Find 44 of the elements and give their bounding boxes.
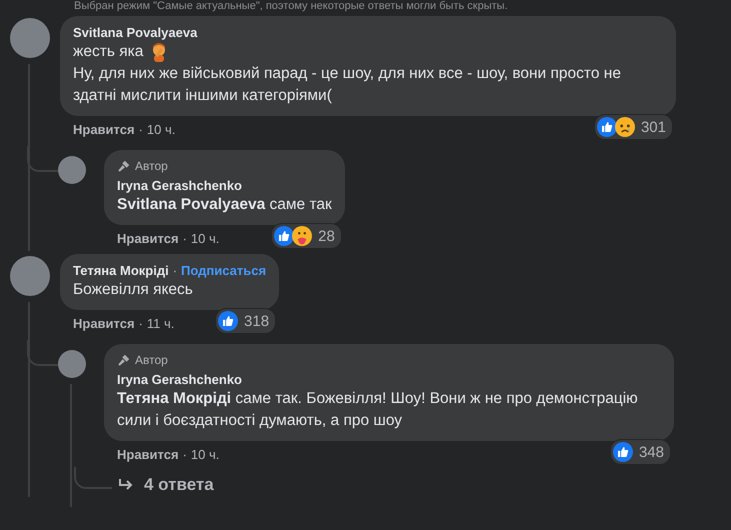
timestamp[interactable]: 10 ч. <box>146 122 176 137</box>
author-name[interactable]: Svitlana Povalyaeva <box>73 25 198 40</box>
separator-dot: · <box>172 263 178 278</box>
reaction-count[interactable]: 318 <box>216 309 276 333</box>
avatar[interactable] <box>58 156 86 184</box>
author-label: Автор <box>135 352 168 368</box>
comment-text: Ну, для них же військовий парад - це шоу, для них все - шоу, вони просто не здатні мислити іншими категоріями( <box>73 64 622 106</box>
author-name[interactable]: Iryna Gerashchenko <box>117 372 242 387</box>
author-name[interactable]: Тетяна Мокріді <box>73 263 169 278</box>
like-link[interactable]: Нравится <box>73 316 135 331</box>
reply-text: Svitlana Povalyaeva саме так <box>117 195 332 215</box>
reaction-count[interactable]: 301 <box>594 115 672 139</box>
comment-text: жесть яка <box>73 42 144 62</box>
like-link[interactable]: Нравится <box>73 122 135 137</box>
timestamp[interactable]: 11 ч. <box>146 316 174 331</box>
separator-dot: · <box>138 316 143 331</box>
thread-line <box>74 467 112 489</box>
timestamp[interactable]: 10 ч. <box>190 447 220 462</box>
sad-reaction-icon <box>614 117 635 137</box>
like-reaction-icon <box>612 442 633 462</box>
follow-link[interactable]: Подписаться <box>181 263 266 278</box>
author-name[interactable]: Iryna Gerashchenko <box>117 178 242 193</box>
notice-text: Выбран режим "Самые актуальные", поэтому некоторые ответы могли быть скрыты. <box>73 0 509 13</box>
like-link[interactable]: Нравится <box>117 231 179 246</box>
avatar[interactable] <box>10 18 50 58</box>
reaction-count[interactable]: 348 <box>610 440 670 464</box>
reply-arrow-icon <box>118 478 134 492</box>
author-label: Автор <box>135 158 168 174</box>
separator-dot: · <box>182 447 187 462</box>
reaction-count[interactable]: 28 <box>272 224 341 248</box>
microphone-icon <box>117 353 131 367</box>
like-reaction-icon <box>596 117 617 137</box>
separator-dot: · <box>138 122 143 137</box>
like-link[interactable]: Нравится <box>117 447 179 462</box>
microphone-icon <box>117 159 131 173</box>
view-replies-button[interactable]: 4 ответа <box>118 473 214 497</box>
separator-dot: · <box>182 231 187 246</box>
avatar[interactable] <box>10 256 50 296</box>
reply-text: Тетяна Мокріді саме так. Божевілля! Шоу! Вони ж не про демонстрацію сили і боєздатності думають, а про шоу <box>117 389 639 431</box>
comment-text: Божевілля якесь <box>73 280 193 300</box>
like-reaction-icon <box>274 226 294 246</box>
timestamp[interactable]: 10 ч. <box>190 231 220 246</box>
like-reaction-icon <box>218 311 238 331</box>
avatar[interactable] <box>58 350 86 378</box>
